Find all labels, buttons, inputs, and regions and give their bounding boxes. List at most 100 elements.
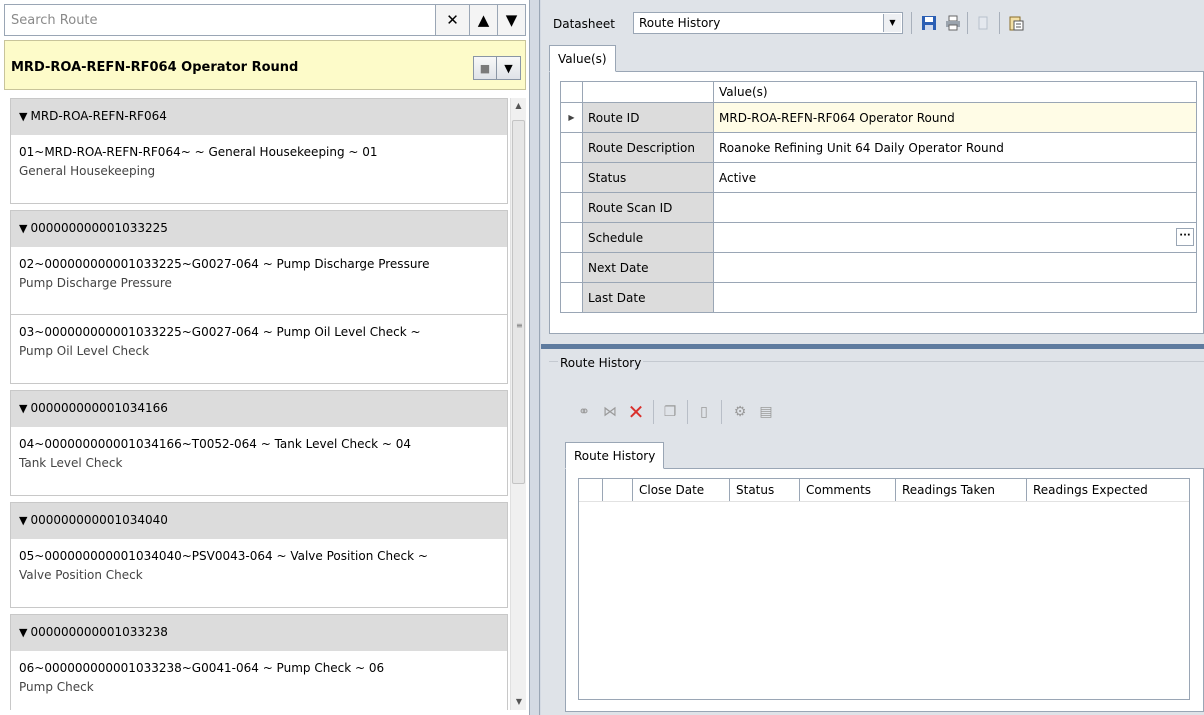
group-header-label: 000000000001034040 — [30, 513, 168, 527]
list-scrollbar[interactable]: ▲ ≡ ▼ — [510, 98, 526, 710]
horizontal-splitter[interactable] — [541, 344, 1204, 349]
field-value-schedule[interactable]: ··· — [713, 222, 1197, 253]
save-icon[interactable] — [919, 13, 939, 33]
table-row[interactable]: Status Active — [560, 162, 1197, 193]
list-item[interactable]: 01~MRD-ROA-REFN-RF064~ ~ General Houseke… — [11, 135, 507, 203]
list-item[interactable]: 05~000000000001034040~PSV0043-064 ~ Valv… — [11, 539, 507, 607]
datasheet-select[interactable]: Route History ▼ — [633, 12, 903, 34]
document-icon[interactable]: ▯ — [693, 401, 715, 423]
collapse-triangle-icon: ▼ — [19, 626, 28, 639]
route-options-button[interactable]: ■ — [473, 56, 497, 80]
link-icon[interactable]: ⚭ — [573, 401, 595, 423]
field-value[interactable] — [713, 282, 1197, 313]
previous-result-button[interactable]: ▲ — [470, 4, 498, 36]
step-title: 04~000000000001034166~T0052-064 ~ Tank L… — [19, 437, 412, 451]
field-value[interactable]: MRD-ROA-REFN-RF064 Operator Round — [713, 102, 1197, 133]
field-name: Route Scan ID — [582, 192, 714, 223]
field-name: Route Description — [582, 132, 714, 163]
step-subtitle: Tank Level Check — [19, 456, 123, 470]
step-title: 02~000000000001033225~G0027-064 ~ Pump D… — [19, 257, 430, 271]
collapse-triangle-icon: ▼ — [19, 514, 28, 527]
scroll-down-icon[interactable]: ▼ — [511, 694, 527, 710]
column-header-readings-expected[interactable]: Readings Expected — [1027, 479, 1154, 501]
row-selector[interactable] — [560, 222, 583, 253]
vertical-splitter[interactable] — [531, 0, 540, 715]
step-subtitle: General Housekeeping — [19, 164, 156, 178]
clipboard-icon[interactable]: ▤ — [755, 401, 777, 423]
field-name: Last Date — [582, 282, 714, 313]
field-name: Route ID — [582, 102, 714, 133]
route-navigator-panel: ✕ ▲ ▼ MRD-ROA-REFN-RF064 Operator Round … — [0, 0, 530, 715]
collapse-triangle-icon: ▼ — [19, 110, 28, 123]
toolbar-separator — [653, 400, 654, 424]
next-result-button[interactable]: ▼ — [498, 4, 526, 36]
grid-column-header: Value(s) — [713, 81, 1197, 103]
table-row[interactable]: Schedule ··· — [560, 222, 1197, 253]
arrow-up-icon: ▲ — [477, 11, 490, 29]
route-history-group: Route History ⚭ ⋈ ✕ ❐ ▯ ⚙ ▤ Route Histor… — [549, 356, 1204, 712]
values-tab-content: Value(s) ▶ Route ID MRD-ROA-REFN-RF064 O… — [549, 72, 1204, 334]
tab-values[interactable]: Value(s) — [549, 45, 616, 72]
row-selector[interactable] — [560, 132, 583, 163]
ellipsis-button[interactable]: ··· — [1176, 228, 1194, 246]
list-item[interactable]: 04~000000000001034166~T0052-064 ~ Tank L… — [11, 427, 507, 495]
unlink-icon[interactable]: ⋈ — [599, 401, 621, 423]
toolbar-separator — [967, 12, 968, 34]
step-group-header[interactable]: ▼ 000000000001033225 — [11, 211, 507, 247]
step-subtitle: Pump Check — [19, 680, 94, 694]
list-item[interactable]: 03~000000000001033225~G0027-064 ~ Pump O… — [11, 315, 507, 383]
row-selector[interactable] — [560, 162, 583, 193]
route-history-tab-content: Close Date Status Comments Readings Take… — [565, 469, 1204, 712]
row-selector[interactable] — [560, 252, 583, 283]
column-header-status[interactable]: Status — [730, 479, 800, 501]
copy-icon[interactable]: ❐ — [659, 401, 681, 423]
row-selector[interactable] — [560, 282, 583, 313]
clear-search-button[interactable]: ✕ — [436, 4, 470, 36]
route-menu-dropdown[interactable]: ▼ — [497, 56, 521, 80]
table-row[interactable]: Last Date — [560, 282, 1197, 313]
field-value[interactable] — [713, 192, 1197, 223]
toolbar-separator — [687, 400, 688, 424]
field-value[interactable]: Active — [713, 162, 1197, 193]
toolbar-separator — [999, 12, 1000, 34]
field-value[interactable] — [713, 252, 1197, 283]
search-bar: ✕ ▲ ▼ — [4, 4, 526, 36]
column-header-readings-taken[interactable]: Readings Taken — [896, 479, 1027, 501]
route-steps-list: ▼ MRD-ROA-REFN-RF064 01~MRD-ROA-REFN-RF06… — [10, 98, 508, 710]
group-header-label: 000000000001033238 — [30, 625, 168, 639]
toolbar-separator — [911, 12, 912, 34]
step-group-header[interactable]: ▼ 000000000001033238 — [11, 615, 507, 651]
column-header-close-date[interactable]: Close Date — [633, 479, 730, 501]
scroll-up-icon[interactable]: ▲ — [511, 98, 526, 114]
chevron-down-icon[interactable]: ▼ — [883, 14, 901, 32]
scrollbar-thumb[interactable]: ≡ — [512, 120, 525, 484]
step-group-header[interactable]: ▼ MRD-ROA-REFN-RF064 — [11, 99, 507, 135]
clipboard-icon[interactable] — [1006, 13, 1026, 33]
field-value[interactable]: Roanoke Refining Unit 64 Daily Operator … — [713, 132, 1197, 163]
list-item[interactable]: 02~000000000001033225~G0027-064 ~ Pump D… — [11, 247, 507, 315]
table-row[interactable]: Route Scan ID — [560, 192, 1197, 223]
row-selector[interactable] — [560, 192, 583, 223]
reset-icon[interactable] — [973, 13, 993, 33]
route-history-legend: Route History — [558, 356, 644, 370]
step-group-header[interactable]: ▼ 000000000001034040 — [11, 503, 507, 539]
properties-icon[interactable]: ⚙ — [729, 401, 751, 423]
group-header-label: 000000000001033225 — [30, 221, 168, 235]
collapse-triangle-icon: ▼ — [19, 222, 28, 235]
row-selector-icon[interactable]: ▶ — [560, 102, 583, 133]
column-header-comments[interactable]: Comments — [800, 479, 896, 501]
delete-icon[interactable]: ✕ — [625, 400, 647, 424]
search-route-input[interactable] — [4, 4, 436, 36]
table-row[interactable]: ▶ Route ID MRD-ROA-REFN-RF064 Operator R… — [560, 102, 1197, 133]
print-icon[interactable] — [943, 13, 963, 33]
table-row[interactable]: Route Description Roanoke Refining Unit … — [560, 132, 1197, 163]
tab-route-history[interactable]: Route History — [565, 442, 665, 469]
step-title: 03~000000000001033225~G0027-064 ~ Pump O… — [19, 325, 421, 339]
step-title: 06~000000000001033238~G0041-064 ~ Pump C… — [19, 661, 385, 675]
column-header-blank[interactable] — [603, 479, 633, 501]
step-group-header[interactable]: ▼ 000000000001034166 — [11, 391, 507, 427]
step-group: ▼ 000000000001033238 06~00000000000103323… — [10, 614, 508, 710]
datasheet-panel: Datasheet Route History ▼ Value(s) Value — [541, 0, 1204, 715]
list-item[interactable]: 06~000000000001033238~G0041-064 ~ Pump C… — [11, 651, 507, 710]
table-row[interactable]: Next Date — [560, 252, 1197, 283]
